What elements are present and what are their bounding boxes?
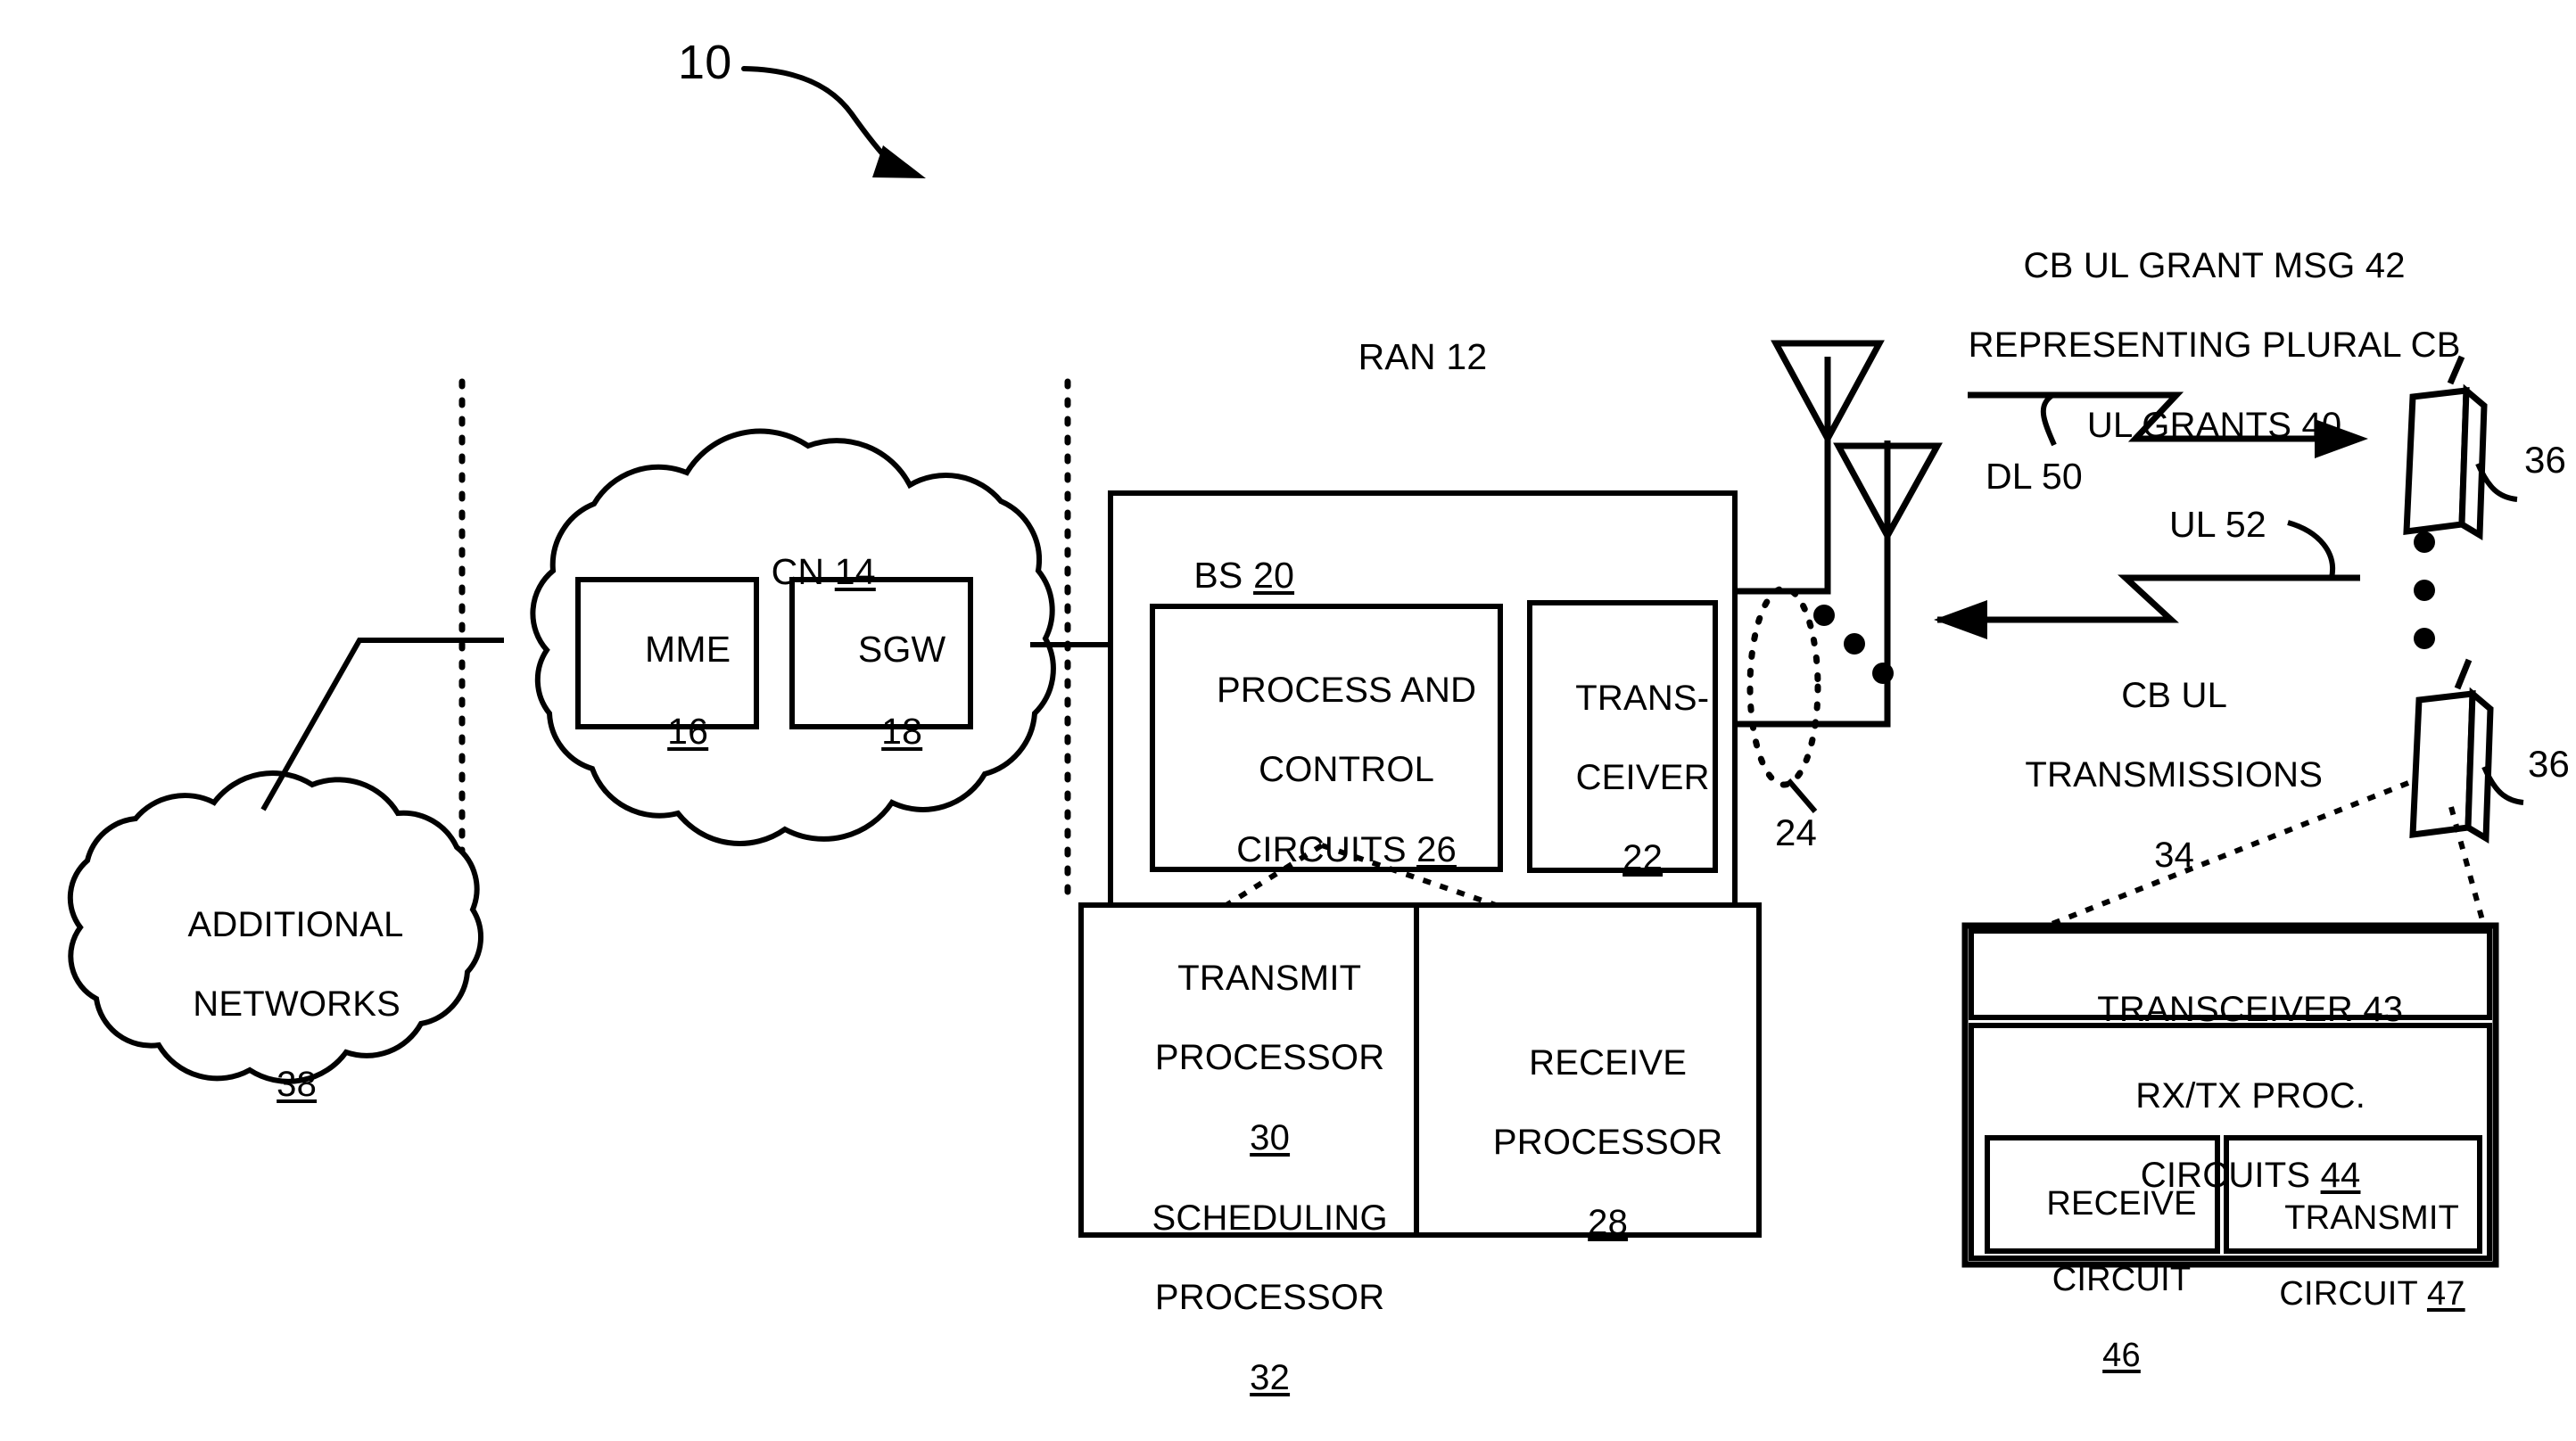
receive-processor-line2: PROCESSOR [1492, 1123, 1723, 1163]
process-control-line1: PROCESS AND [1217, 670, 1477, 710]
additional-networks-line2: NETWORKS [193, 984, 400, 1025]
antenna-feed-lower [1735, 441, 1891, 728]
cb-ul-transmissions-line1: CB UL [2121, 675, 2228, 715]
ue-transmit-circuit-line1: TRANSMIT [2284, 1198, 2460, 1237]
antenna-feed-upper [1735, 357, 1831, 595]
scheduling-processor-ref-num: 32 [1250, 1357, 1291, 1397]
cb-ul-transmissions-line2: TRANSMISSIONS [2025, 755, 2324, 795]
antenna-group-leader [1786, 778, 1818, 813]
process-control-circuits-label: PROCESS AND CONTROL CIRCUITS 26 [1152, 630, 1500, 910]
figure-number-leader [741, 66, 926, 178]
ue-transmit-circuit-ref-num: 47 [2426, 1274, 2465, 1313]
receive-processor-label: RECEIVE PROCESSOR 28 [1420, 1003, 1755, 1283]
ue-rxtx-line1: RX/TX PROC. [2135, 1075, 2366, 1116]
ue-transmit-circuit-line2: CIRCUIT [2279, 1274, 2427, 1313]
bs-transceiver-ref-num: 22 [1622, 837, 1664, 877]
uplink-label: UL 52 [2169, 504, 2266, 545]
scheduling-processor-line2: PROCESSOR [1154, 1278, 1385, 1318]
process-control-line2: CONTROL [1259, 750, 1435, 790]
ue-receive-circuit-ref-num: 46 [2102, 1336, 2141, 1374]
ue-top-ref-num: 36 [2524, 439, 2567, 481]
ue-transceiver-text: TRANSCEIVER [2097, 989, 2364, 1029]
mme-label: MME 16 [578, 589, 756, 794]
cb-ul-transmissions-label: CB UL TRANSMISSIONS 34 [1944, 636, 2364, 916]
ran-label: RAN 12 [1358, 336, 1488, 377]
downlink-label: DL 50 [1986, 456, 2083, 497]
cb-ul-transmissions-ref-num: 34 [2154, 835, 2195, 875]
transmit-processor-ref-num: 30 [1250, 1117, 1291, 1157]
cb-ul-grant-line3: UL GRANTS 40 [2086, 405, 2342, 445]
mme-name: MME [645, 628, 731, 670]
bs-label: BS 20 [1152, 515, 1349, 638]
process-control-ref-num: 26 [1416, 829, 1457, 869]
process-control-line3: CIRCUITS [1236, 829, 1417, 869]
bs-transceiver-label: TRANS- CEIVER 22 [1530, 638, 1715, 918]
cb-ul-grant-msg-label: CB UL GRANT MSG 42 REPRESENTING PLURAL C… [1873, 206, 2515, 486]
additional-networks-line1: ADDITIONAL [187, 904, 404, 944]
ue-list-ellipsis [2414, 531, 2435, 649]
ue-bottom-device [2409, 658, 2524, 844]
sgw-label: SGW 18 [792, 589, 970, 794]
sgw-ref-num: 18 [881, 710, 923, 752]
antenna-group-ref-num: 24 [1775, 811, 1818, 853]
bs-transceiver-line1: TRANS- [1575, 678, 1710, 718]
core-network-ref-num: 14 [834, 550, 876, 592]
transmit-processor-line1: TRANSMIT [1177, 958, 1362, 998]
core-network-title-text: CN [771, 550, 835, 592]
ue-transceiver-ref-num: 43 [2363, 989, 2404, 1029]
bs-label-text: BS [1193, 554, 1254, 596]
transmit-processor-label: TRANSMIT PROCESSOR 30 SCHEDULING PROCESS… [1084, 918, 1416, 1437]
bs-ref-num: 20 [1253, 554, 1295, 596]
ue-receive-circuit-line2: CIRCUIT [2052, 1260, 2192, 1298]
cb-ul-grant-line2: REPRESENTING PLURAL CB [1968, 325, 2461, 366]
bs-transceiver-line2: CEIVER [1575, 758, 1710, 798]
antenna-group-ellipse [1746, 585, 1821, 788]
ue-transmit-circuit-label: TRANSMIT CIRCUIT 47 [2226, 1161, 2480, 1351]
scheduling-processor-line1: SCHEDULING [1152, 1198, 1388, 1238]
figure-number: 10 [678, 36, 732, 89]
sgw-name: SGW [857, 628, 946, 670]
ue-receive-circuit-line1: RECEIVE [2046, 1184, 2197, 1223]
receive-processor-ref-num: 28 [1588, 1202, 1629, 1242]
transmit-processor-line2: PROCESSOR [1154, 1038, 1385, 1078]
additional-networks-label: ADDITIONAL NETWORKS 38 [80, 865, 473, 1145]
antenna-ellipsis-dots [1813, 605, 1894, 684]
cb-ul-grant-line1: CB UL GRANT MSG 42 [2023, 245, 2406, 285]
patent-figure-canvas: 10 RAN 12 CN 14 MME 16 SGW 18 ADDITIONAL… [0, 0, 2576, 1441]
receive-processor-line1: RECEIVE [1529, 1042, 1688, 1083]
ue-receive-circuit-label: RECEIVE CIRCUIT 46 [1987, 1147, 2217, 1412]
ue-bottom-ref-num: 36 [2528, 743, 2571, 785]
mme-ref-num: 16 [667, 710, 709, 752]
additional-networks-ref-num: 38 [277, 1064, 318, 1104]
